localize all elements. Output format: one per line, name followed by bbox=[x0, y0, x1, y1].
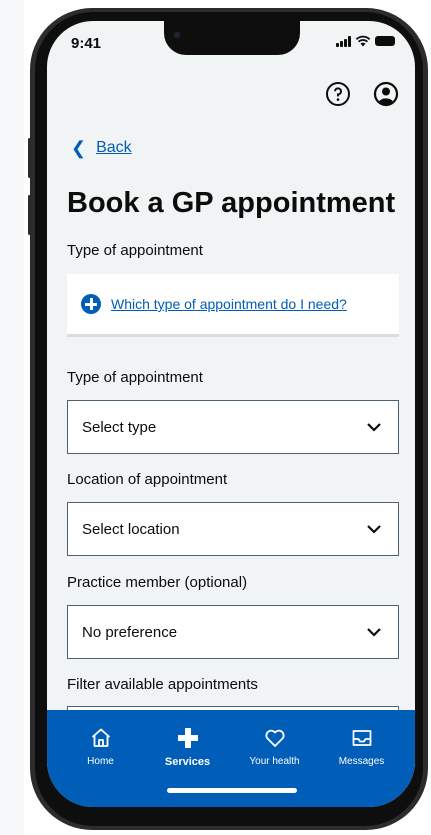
tab-services-label: Services bbox=[164, 756, 211, 768]
header-actions bbox=[325, 81, 399, 107]
phone-side-button bbox=[28, 138, 31, 178]
question-circle-icon[interactable] bbox=[325, 81, 351, 107]
tab-messages-label: Messages bbox=[338, 756, 385, 767]
tab-your-health-label: Your health bbox=[249, 756, 300, 767]
type-select[interactable]: Select type bbox=[67, 400, 399, 454]
chevron-down-icon bbox=[367, 628, 381, 637]
practice-member-select[interactable]: No preference bbox=[67, 605, 399, 659]
practice-member-select-value: No preference bbox=[82, 623, 178, 641]
chevron-down-icon bbox=[367, 423, 381, 432]
home-icon bbox=[91, 728, 110, 747]
tab-home[interactable]: Home bbox=[66, 710, 136, 807]
phone-screen: 9:41 ❮ Back Book a GP appointment Type o… bbox=[47, 21, 415, 807]
wifi-icon bbox=[355, 35, 371, 47]
chevron-left-icon: ❮ bbox=[71, 138, 87, 158]
home-indicator bbox=[167, 788, 297, 793]
chevron-down-icon bbox=[367, 525, 381, 534]
camera-icon bbox=[172, 30, 182, 40]
tab-home-label: Home bbox=[87, 756, 114, 767]
battery-icon bbox=[375, 36, 395, 46]
appointment-type-help-link[interactable]: Which type of appointment do I need? bbox=[111, 296, 347, 312]
filter-label: Filter available appointments bbox=[67, 676, 258, 693]
status-icons bbox=[336, 35, 395, 47]
back-link-label: Back bbox=[96, 139, 132, 156]
phone-side-button bbox=[28, 195, 31, 235]
practice-member-field-label: Practice member (optional) bbox=[67, 574, 248, 591]
plus-circle-icon bbox=[81, 294, 101, 314]
location-select-value: Select location bbox=[82, 520, 180, 538]
phone-notch bbox=[164, 21, 300, 55]
location-field-label: Location of appointment bbox=[67, 471, 228, 488]
back-link[interactable]: ❮ Back bbox=[71, 139, 132, 157]
page-subtitle: Type of appointment bbox=[67, 242, 203, 259]
page-title: Book a GP appointment bbox=[67, 187, 396, 219]
tab-messages[interactable]: Messages bbox=[327, 710, 397, 807]
heart-icon bbox=[264, 729, 285, 747]
plus-icon bbox=[177, 728, 198, 748]
inbox-icon bbox=[352, 730, 371, 746]
appointment-type-help-card[interactable]: Which type of appointment do I need? bbox=[67, 274, 399, 337]
location-select[interactable]: Select location bbox=[67, 502, 399, 556]
type-select-value: Select type bbox=[82, 418, 157, 436]
type-field-label: Type of appointment bbox=[67, 369, 203, 386]
status-time: 9:41 bbox=[71, 35, 102, 52]
signal-icon bbox=[336, 35, 351, 47]
user-circle-icon[interactable] bbox=[373, 81, 399, 107]
